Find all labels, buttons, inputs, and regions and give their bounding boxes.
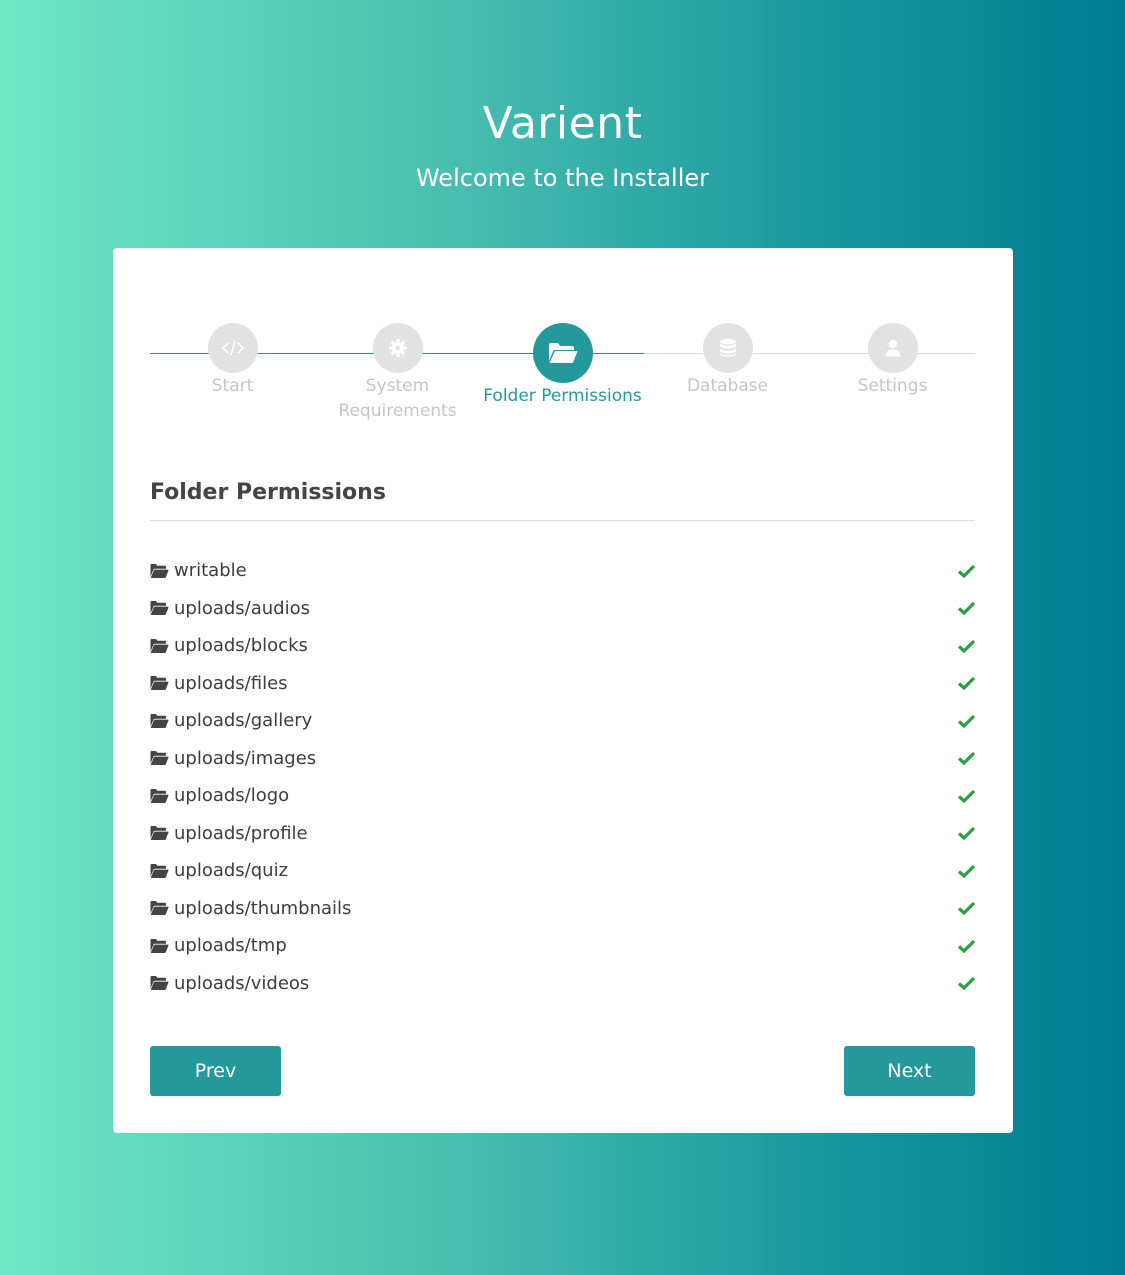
check-icon bbox=[958, 864, 975, 878]
folder-name: writable bbox=[174, 560, 247, 582]
folder-name: uploads/profile bbox=[174, 822, 308, 844]
step-database-label: Database bbox=[686, 376, 769, 396]
folder-name: uploads/logo bbox=[174, 785, 290, 807]
folder-open-icon bbox=[150, 713, 169, 728]
folder-open-icon bbox=[150, 751, 169, 766]
database-icon bbox=[719, 338, 736, 357]
folder-row: uploads/blocks bbox=[150, 627, 975, 665]
folder-open-icon bbox=[548, 343, 577, 363]
folder-name: uploads/tmp bbox=[174, 935, 287, 957]
folder-name: uploads/gallery bbox=[174, 710, 313, 732]
check-icon bbox=[958, 789, 975, 803]
section-title: Folder Permissions bbox=[150, 480, 386, 505]
check-icon bbox=[958, 752, 975, 766]
installer-card: Start System Requirements Folder Permiss… bbox=[113, 248, 1013, 1133]
folder-name: uploads/images bbox=[174, 747, 317, 769]
check-icon bbox=[958, 602, 975, 616]
code-icon bbox=[221, 340, 244, 356]
folder-row: uploads/videos bbox=[150, 965, 975, 1003]
folder-name: uploads/files bbox=[174, 672, 288, 694]
step-settings-circle bbox=[867, 323, 918, 373]
folder-row: uploads/quiz bbox=[150, 852, 975, 890]
folder-name: uploads/quiz bbox=[174, 860, 289, 882]
check-icon bbox=[958, 977, 975, 991]
folder-name: uploads/blocks bbox=[174, 635, 308, 657]
folder-open-icon bbox=[150, 563, 169, 578]
folder-name: uploads/videos bbox=[174, 972, 310, 994]
check-icon bbox=[958, 902, 975, 916]
check-icon bbox=[958, 714, 975, 728]
folder-open-icon bbox=[150, 638, 169, 653]
folder-row: uploads/gallery bbox=[150, 702, 975, 740]
folder-row: uploads/images bbox=[150, 740, 975, 778]
folder-row: uploads/tmp bbox=[150, 927, 975, 965]
installer-header: Varient Welcome to the Installer bbox=[0, 95, 1125, 194]
check-icon bbox=[958, 677, 975, 691]
folder-open-icon bbox=[150, 976, 169, 991]
section-divider bbox=[150, 520, 975, 521]
folder-row: uploads/files bbox=[150, 665, 975, 703]
user-icon bbox=[885, 339, 900, 357]
app-subtitle: Welcome to the Installer bbox=[415, 164, 710, 192]
check-icon bbox=[958, 939, 975, 953]
prev-button[interactable]: Prev bbox=[150, 1046, 281, 1096]
folder-open-icon bbox=[150, 826, 169, 841]
folder-name: uploads/audios bbox=[174, 597, 311, 619]
folder-row: writable bbox=[150, 552, 975, 590]
folder-open-icon bbox=[150, 863, 169, 878]
folder-open-icon bbox=[150, 676, 169, 691]
step-start: Start bbox=[150, 323, 315, 399]
step-folder-permissions-circle bbox=[532, 323, 593, 383]
step-folder-permissions: Folder Permissions bbox=[480, 323, 645, 409]
folder-open-icon bbox=[150, 788, 169, 803]
check-icon bbox=[958, 827, 975, 841]
folder-permission-list: writable uploads/audios uploads/blocks u… bbox=[150, 552, 975, 1002]
check-icon bbox=[958, 639, 975, 653]
step-database-circle bbox=[702, 323, 753, 373]
folder-name: uploads/thumbnails bbox=[174, 897, 352, 919]
step-database: Database bbox=[645, 323, 810, 399]
folder-open-icon bbox=[150, 601, 169, 616]
next-button[interactable]: Next bbox=[844, 1046, 975, 1096]
app-title: Varient bbox=[482, 98, 643, 149]
step-settings-label: Settings bbox=[857, 376, 928, 396]
step-start-label: Start bbox=[211, 376, 254, 396]
step-system-requirements-label: System Requirements bbox=[338, 376, 457, 421]
gear-icon bbox=[388, 339, 407, 357]
folder-open-icon bbox=[150, 901, 169, 916]
step-system-requirements-circle bbox=[372, 323, 423, 373]
check-icon bbox=[958, 564, 975, 578]
step-folder-permissions-label: Folder Permissions bbox=[483, 386, 642, 406]
step-system-requirements: System Requirements bbox=[315, 323, 480, 424]
step-start-circle bbox=[207, 323, 258, 373]
install-stepper: Start System Requirements Folder Permiss… bbox=[150, 323, 975, 443]
folder-row: uploads/audios bbox=[150, 590, 975, 628]
folder-row: uploads/profile bbox=[150, 815, 975, 853]
folder-row: uploads/thumbnails bbox=[150, 890, 975, 928]
folder-open-icon bbox=[150, 938, 169, 953]
folder-row: uploads/logo bbox=[150, 777, 975, 815]
step-settings: Settings bbox=[810, 323, 975, 399]
